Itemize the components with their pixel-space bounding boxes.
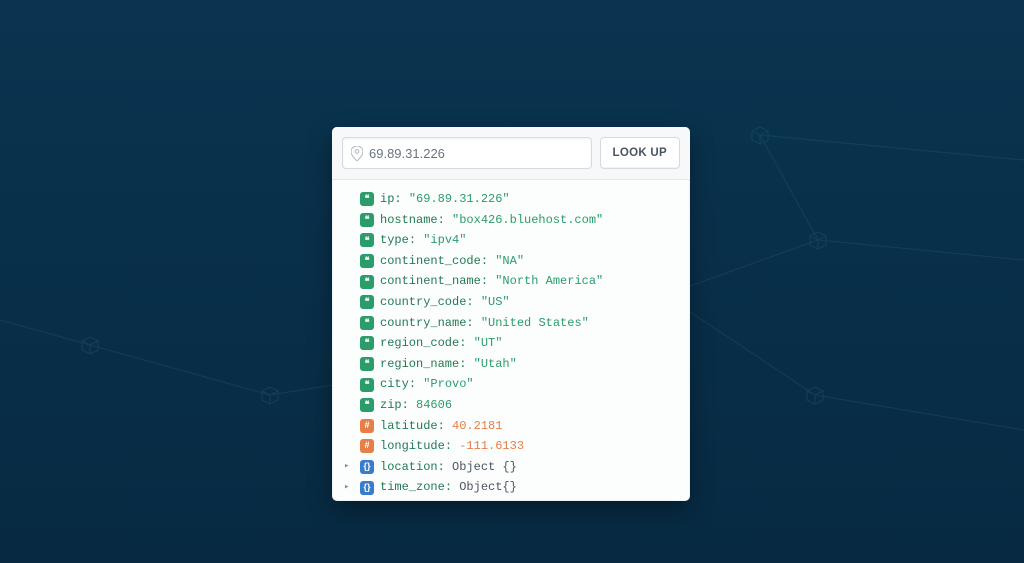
results-list: ❝ ip: "69.89.31.226" ❝ hostname: "box426…: [332, 180, 690, 501]
string-type-icon: ❝: [360, 213, 374, 227]
result-row-zip: ❝ zip: 84606: [344, 396, 678, 415]
result-row-hostname: ❝ hostname: "box426.bluehost.com": [344, 211, 678, 230]
object-type-icon: {}: [360, 460, 374, 474]
string-type-icon: ❝: [360, 398, 374, 412]
lookup-button[interactable]: LOOK UP: [600, 137, 681, 169]
ip-input[interactable]: [369, 146, 583, 161]
string-type-icon: ❝: [360, 192, 374, 206]
value-hostname: "box426.bluehost.com": [452, 213, 603, 227]
value-continent-name: "North America": [495, 274, 603, 288]
result-row-latitude: # latitude: 40.2181: [344, 417, 678, 436]
result-row-continent-code: ❝ continent_code: "NA": [344, 252, 678, 271]
result-row-longitude: # longitude: -111.6133: [344, 437, 678, 456]
number-type-icon: #: [360, 439, 374, 453]
result-row-country-name: ❝ country_name: "United States": [344, 314, 678, 333]
expand-arrow-icon[interactable]: ▸: [344, 460, 354, 474]
string-type-icon: ❝: [360, 275, 374, 289]
value-location: Object {}: [452, 460, 517, 474]
string-type-icon: ❝: [360, 357, 374, 371]
string-type-icon: ❝: [360, 316, 374, 330]
result-row-location[interactable]: ▸ {} location: Object {}: [344, 458, 678, 477]
result-row-region-name: ❝ region_name: "Utah": [344, 355, 678, 374]
result-row-country-code: ❝ country_code: "US": [344, 293, 678, 312]
value-longitude: -111.6133: [459, 439, 524, 453]
result-row-ip: ❝ ip: "69.89.31.226": [344, 190, 678, 209]
object-type-icon: {}: [360, 481, 374, 495]
string-type-icon: ❝: [360, 233, 374, 247]
string-type-icon: ❝: [360, 336, 374, 350]
value-country-code: "US": [481, 295, 510, 309]
value-continent-code: "NA": [495, 254, 524, 268]
string-type-icon: ❝: [360, 254, 374, 268]
search-box[interactable]: [342, 137, 592, 169]
search-row: LOOK UP: [332, 127, 690, 180]
lookup-panel: LOOK UP ❝ ip: "69.89.31.226" ❝ hostname:…: [332, 127, 690, 501]
number-type-icon: #: [360, 419, 374, 433]
value-country-name: "United States": [481, 316, 589, 330]
location-pin-icon: [351, 146, 363, 161]
value-zip: 84606: [416, 398, 452, 412]
expand-arrow-icon[interactable]: ▸: [344, 481, 354, 495]
value-city: "Provo": [423, 377, 473, 391]
value-time-zone: Object{}: [459, 480, 517, 494]
string-type-icon: ❝: [360, 378, 374, 392]
value-ip: "69.89.31.226": [409, 192, 510, 206]
value-type: "ipv4": [423, 233, 466, 247]
value-region-name: "Utah": [474, 357, 517, 371]
result-row-time-zone[interactable]: ▸ {} time_zone: Object{}: [344, 478, 678, 497]
value-latitude: 40.2181: [452, 419, 502, 433]
result-row-continent-name: ❝ continent_name: "North America": [344, 272, 678, 291]
value-region-code: "UT": [474, 336, 503, 350]
result-row-city: ❝ city: "Provo": [344, 375, 678, 394]
result-row-type: ❝ type: "ipv4": [344, 231, 678, 250]
string-type-icon: ❝: [360, 295, 374, 309]
result-row-region-code: ❝ region_code: "UT": [344, 334, 678, 353]
